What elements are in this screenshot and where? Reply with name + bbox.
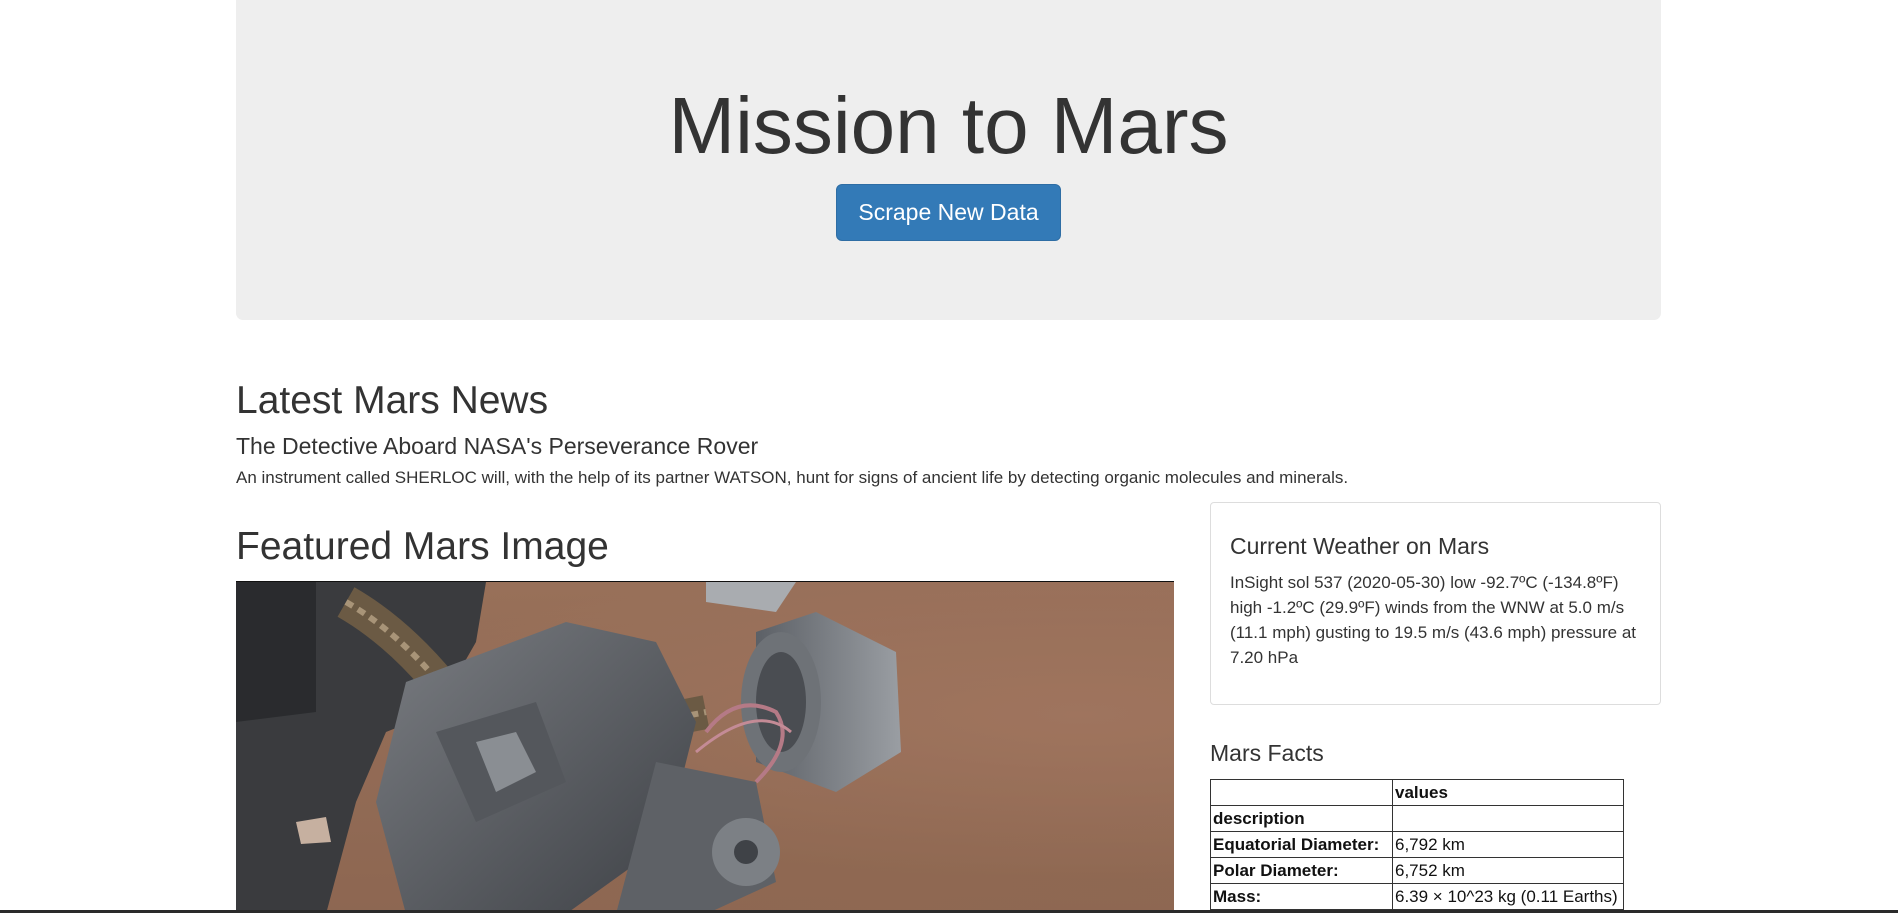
scrape-new-data-button[interactable]: Scrape New Data [836,184,1061,241]
news-section-title: Latest Mars News [236,379,549,422]
news-teaser: An instrument called SHERLOC will, with … [236,468,1349,487]
table-row: Mass: 6.39 × 10^23 kg (0.11 Earths) [1210,883,1624,910]
fact-label: Mass: [1210,883,1393,910]
facts-header-blank [1210,779,1393,806]
fact-value: 6,792 km [1392,831,1624,858]
weather-title: Current Weather on Mars [1230,533,1490,559]
news-headline: The Detective Aboard NASA's Perseverance… [236,433,759,459]
facts-title: Mars Facts [1210,740,1324,766]
fact-value: 6.39 × 10^23 kg (0.11 Earths) [1392,883,1624,910]
featured-mars-image [236,581,1174,913]
facts-header-row: values [1210,779,1624,806]
main-container: Mission to Mars Scrape New Data Latest M… [236,0,1661,913]
fact-label: Polar Diameter: [1210,857,1393,884]
table-row: Polar Diameter: 6,752 km [1210,857,1624,884]
weather-text: InSight sol 537 (2020-05-30) low -92.7ºC… [1230,573,1636,667]
facts-header-values: values [1392,779,1624,806]
fact-label: Equatorial Diameter: [1210,831,1393,858]
jumbotron: Mission to Mars Scrape New Data [236,0,1661,320]
weather-panel: Current Weather on Mars InSight sol 537 … [1210,502,1661,705]
facts-table: values description Equatorial Diameter: … [1210,779,1624,910]
table-row: Equatorial Diameter: 6,792 km [1210,831,1624,858]
page-title: Mission to Mars [668,81,1229,170]
rover-image-illustration [236,582,1174,913]
facts-index-empty [1392,805,1624,832]
facts-index-row: description [1210,805,1624,832]
page: Mission to Mars Scrape New Data Latest M… [0,0,1898,913]
facts-index-label: description [1210,805,1393,832]
fact-value: 6,752 km [1392,857,1624,884]
featured-image-title: Featured Mars Image [236,525,609,568]
